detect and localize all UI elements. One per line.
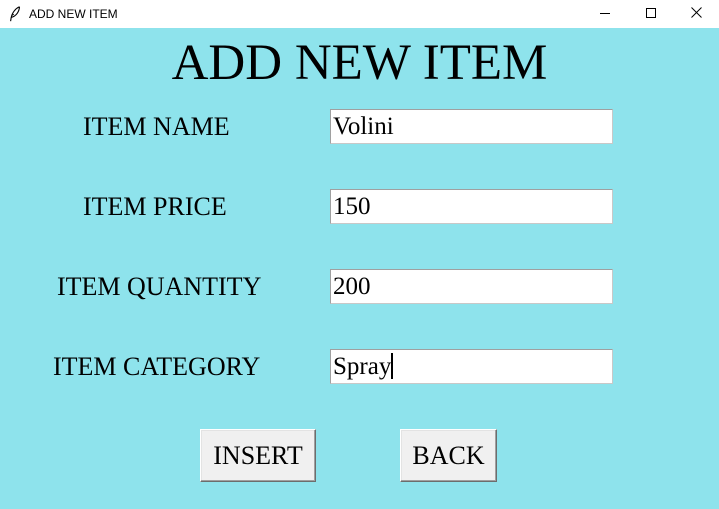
- page-title: ADD NEW ITEM: [171, 35, 548, 91]
- item-category-label: ITEM CATEGORY: [53, 352, 261, 381]
- item-name-input[interactable]: Volini: [330, 109, 613, 144]
- text-caret: [391, 353, 394, 379]
- item-name-value: Volini: [333, 113, 394, 140]
- item-price-input[interactable]: 150: [330, 189, 613, 224]
- item-quantity-label: ITEM QUANTITY: [57, 272, 262, 301]
- item-name-label: ITEM NAME: [83, 112, 230, 141]
- close-icon: [690, 5, 702, 23]
- item-quantity-value: 200: [333, 273, 371, 300]
- minimize-icon: [600, 5, 610, 23]
- item-category-value: Spray: [333, 353, 392, 380]
- insert-button[interactable]: INSERT: [200, 429, 316, 482]
- form-panel: ADD NEW ITEM ITEM NAME Volini ITEM PRICE…: [0, 28, 719, 509]
- item-category-input[interactable]: Spray: [330, 349, 613, 384]
- window-titlebar[interactable]: ADD NEW ITEM: [0, 0, 719, 28]
- minimize-button[interactable]: [582, 0, 628, 28]
- item-price-label: ITEM PRICE: [83, 192, 227, 221]
- close-button[interactable]: [673, 0, 719, 28]
- window-title: ADD NEW ITEM: [29, 7, 118, 21]
- item-price-value: 150: [333, 193, 371, 220]
- item-quantity-input[interactable]: 200: [330, 269, 613, 304]
- back-button[interactable]: BACK: [400, 429, 497, 482]
- maximize-icon: [646, 5, 656, 23]
- feather-icon: [9, 6, 21, 22]
- maximize-button[interactable]: [628, 0, 674, 28]
